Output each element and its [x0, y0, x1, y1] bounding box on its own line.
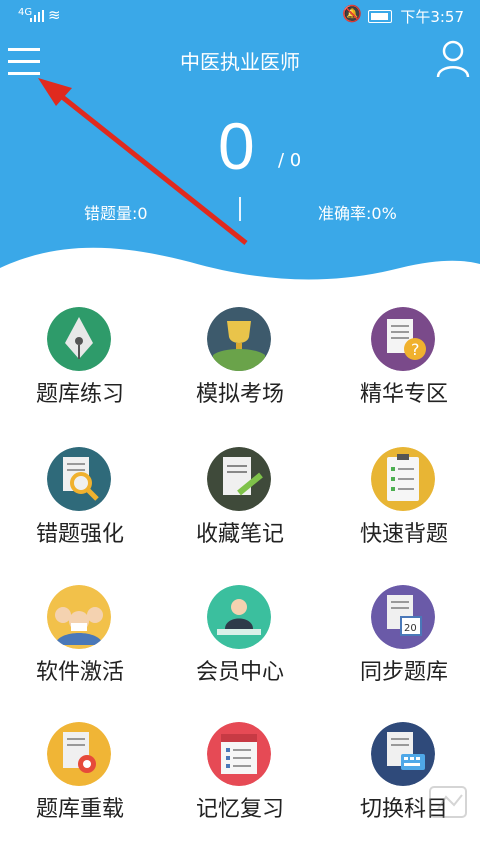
tile-label: 题库重载 — [35, 797, 124, 822]
tile-label: 收藏笔记 — [195, 522, 284, 547]
signal-icon — [30, 10, 44, 22]
clock: 下午3:57 — [400, 8, 464, 26]
accuracy-rate: 准确率:0% — [318, 204, 397, 223]
tile-favorite-notes[interactable]: 收藏笔记 — [160, 440, 320, 570]
tile-quick-memorize[interactable]: 快速背题 — [324, 440, 480, 570]
score-value: 0 — [218, 109, 255, 183]
person-desk-icon — [207, 585, 271, 649]
tile-label: 同步题库 — [359, 660, 448, 685]
tile-sync-questions[interactable]: 20 同步题库 — [324, 578, 480, 708]
stats-divider — [239, 197, 241, 221]
tile-wrong-reinforce[interactable]: 错题强化 — [0, 440, 160, 570]
tile-essentials[interactable]: ? 精华专区 — [324, 300, 480, 430]
tile-software-activate[interactable]: 软件激活 — [0, 578, 160, 708]
header-wave — [0, 247, 480, 300]
status-bar: 4G ≋ 🔕 下午3:57 — [0, 0, 480, 32]
tile-label: 快速背题 — [359, 522, 448, 547]
svg-text:?: ? — [411, 340, 420, 359]
watermark-logo — [429, 786, 467, 818]
magnifier-doc-icon — [47, 447, 111, 511]
people-group-icon — [47, 585, 111, 649]
tile-member-center[interactable]: 会员中心 — [160, 578, 320, 708]
tile-mock-exam[interactable]: 模拟考场 — [160, 300, 320, 430]
wrong-count: 错题量:0 — [84, 204, 148, 223]
doc-target-icon — [47, 722, 111, 786]
tile-switch-subject[interactable]: 切换科目 — [324, 715, 480, 845]
svg-text:20: 20 — [404, 623, 417, 634]
note-pen-icon — [207, 447, 271, 511]
wifi-icon: ≋ — [48, 6, 61, 24]
pen-nib-icon — [47, 307, 111, 371]
trophy-icon — [207, 307, 271, 371]
tile-label: 精华专区 — [359, 382, 448, 407]
tile-question-practice[interactable]: 题库练习 — [0, 300, 160, 430]
clipboard-checklist-icon — [371, 447, 435, 511]
battery-icon — [368, 10, 392, 23]
calendar-list-icon — [207, 722, 271, 786]
user-icon[interactable] — [436, 40, 470, 78]
tile-label: 记忆复习 — [195, 797, 284, 822]
bell-muted-icon: 🔕 — [342, 4, 362, 23]
calendar-doc-icon: 20 — [371, 585, 435, 649]
page-title: 中医执业医师 — [180, 50, 300, 74]
tile-memory-review[interactable]: 记忆复习 — [160, 715, 320, 845]
score-total: / 0 — [278, 150, 302, 171]
tile-label: 题库练习 — [35, 382, 124, 407]
tile-reload-questions[interactable]: 题库重载 — [0, 715, 160, 845]
question-doc-icon: ? — [371, 307, 435, 371]
tile-label: 错题强化 — [35, 522, 124, 547]
tile-label: 会员中心 — [195, 660, 284, 685]
tile-label: 模拟考场 — [195, 382, 284, 407]
doc-keyboard-icon — [371, 722, 435, 786]
tile-label: 软件激活 — [35, 660, 124, 685]
